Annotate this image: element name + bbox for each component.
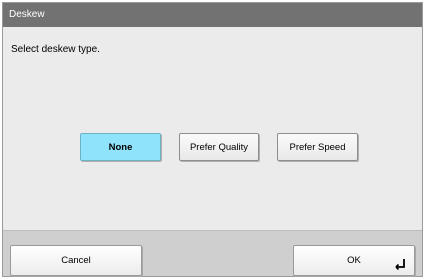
- dialog-title: Deskew: [3, 3, 422, 27]
- cancel-button[interactable]: Cancel: [10, 245, 142, 276]
- deskew-dialog: Deskew Select deskew type. None Prefer Q…: [2, 2, 423, 277]
- ok-button[interactable]: OK: [293, 245, 415, 276]
- prefer-speed-option-label: Prefer Speed: [289, 141, 346, 153]
- prompt-text: Select deskew type.: [11, 44, 100, 55]
- none-option-label: None: [108, 141, 133, 153]
- prefer-quality-option-label: Prefer Quality: [189, 141, 249, 153]
- prefer-quality-option-button[interactable]: Prefer Quality: [179, 133, 259, 161]
- dialog-content: Select deskew type. None Prefer Quality …: [3, 27, 422, 230]
- ok-button-label: OK: [347, 255, 361, 266]
- cancel-button-label: Cancel: [61, 255, 91, 266]
- enter-icon: [395, 259, 405, 270]
- none-option-button[interactable]: None: [80, 133, 161, 161]
- dialog-footer: Cancel OK: [3, 230, 422, 276]
- prefer-speed-option-button[interactable]: Prefer Speed: [277, 133, 358, 161]
